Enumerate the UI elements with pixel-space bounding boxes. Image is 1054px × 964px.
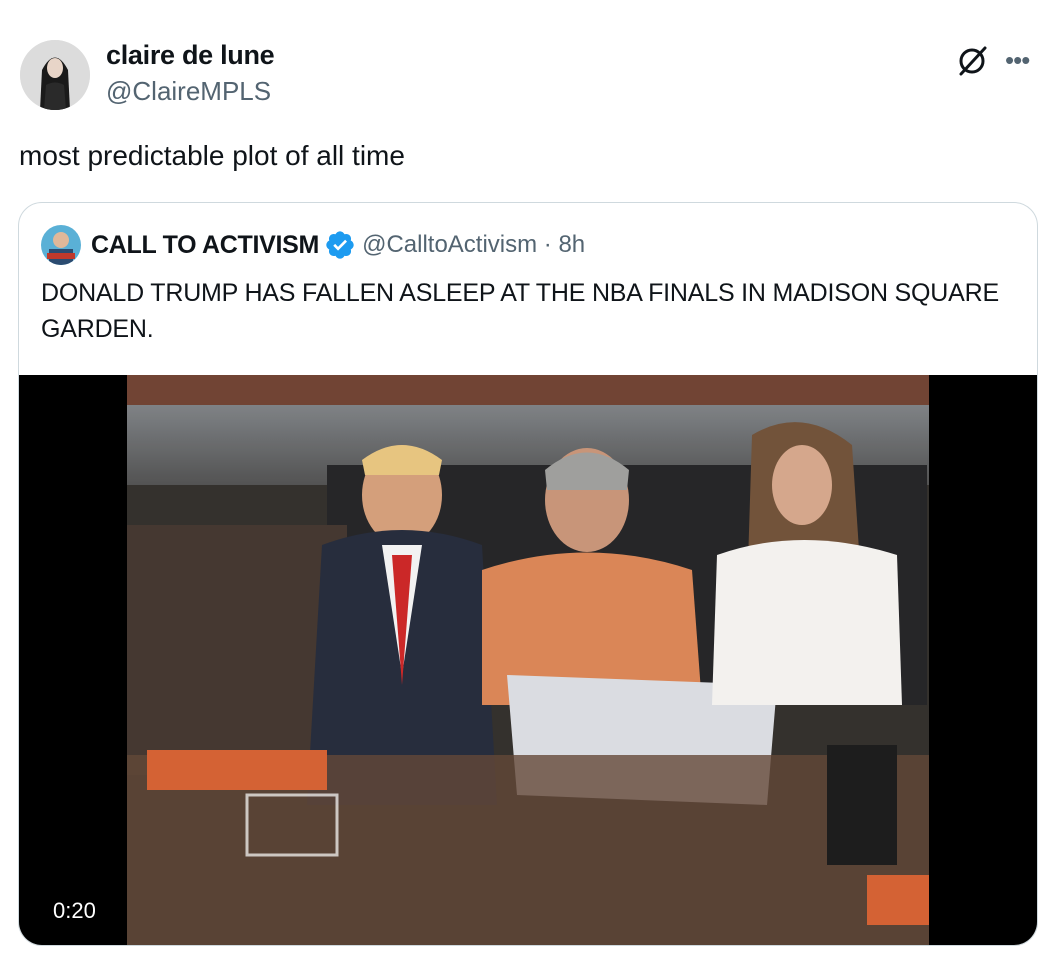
tweet-text: most predictable plot of all time [19, 140, 405, 171]
grok-icon[interactable] [955, 44, 989, 78]
video-thumbnail [127, 375, 929, 945]
author-display-name[interactable]: claire de lune [106, 40, 275, 71]
video-player[interactable]: 0:20 [19, 375, 1037, 945]
author-avatar[interactable] [20, 40, 90, 110]
quoted-author-name[interactable]: CALL TO ACTIVISM [91, 231, 319, 260]
quoted-tweet-header: CALL TO ACTIVISM @CalltoActivism · 8h [41, 225, 585, 265]
quoted-author-handle-time[interactable]: @CalltoActivism · 8h [362, 231, 585, 259]
author-handle[interactable]: @ClaireMPLS [106, 76, 271, 107]
verified-badge-icon [326, 231, 354, 259]
video-duration: 0:20 [43, 895, 106, 927]
quoted-tweet-text: DONALD TRUMP HAS FALLEN ASLEEP AT THE NB… [41, 279, 999, 343]
quoted-author-avatar[interactable] [41, 225, 81, 265]
more-icon[interactable]: ••• [1005, 45, 1030, 76]
quoted-tweet-card[interactable]: CALL TO ACTIVISM @CalltoActivism · 8h DO… [18, 202, 1038, 946]
